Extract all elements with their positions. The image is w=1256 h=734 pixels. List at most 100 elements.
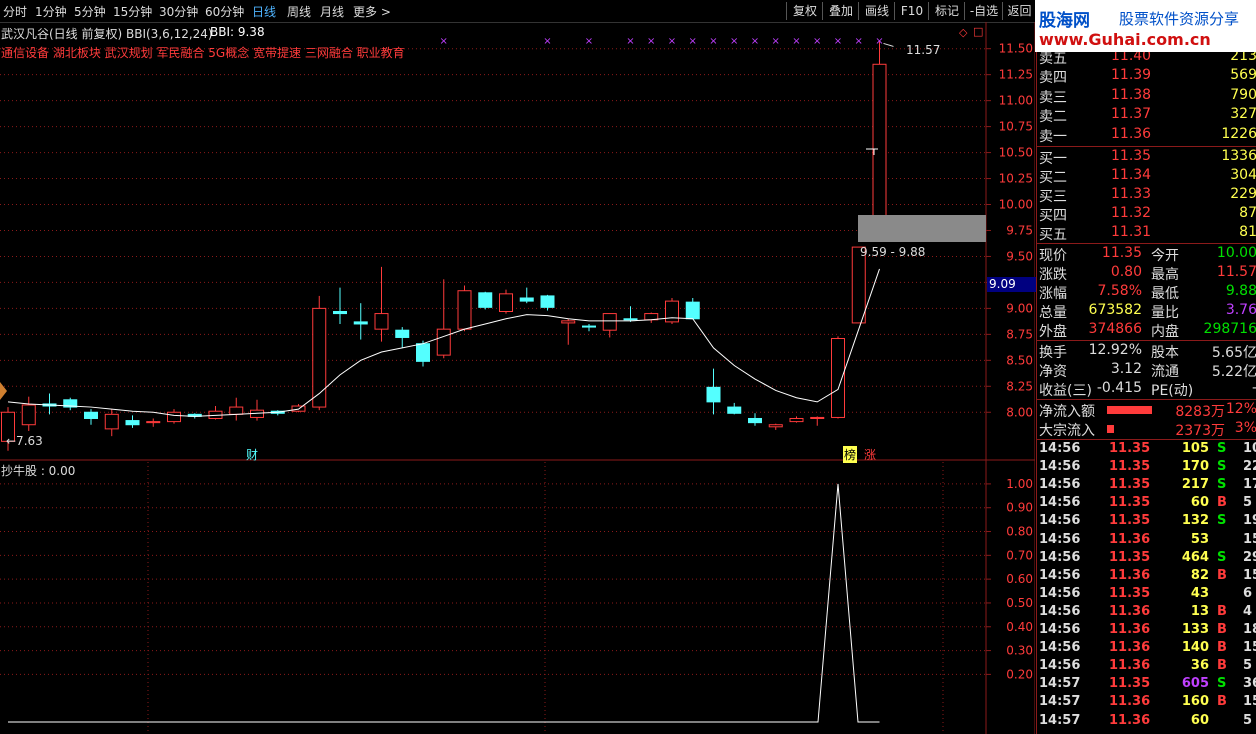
- tick-time: 14:56: [1039, 477, 1081, 493]
- flow-percent: 12%: [1225, 401, 1256, 417]
- panel-separator: [1037, 243, 1256, 244]
- bid-label: 买三: [1039, 189, 1067, 205]
- chart-svg[interactable]: 11.50 11.25 11.00 10.75 10.50 10.25 10.00 9.75 9…: [0, 22, 1035, 734]
- tick-time: 14:56: [1039, 567, 1081, 583]
- bid-row[interactable]: 买二 11.34 304: [1037, 167, 1256, 186]
- back-button[interactable]: 返回: [1002, 2, 1036, 20]
- signal-marker: ×: [875, 36, 883, 47]
- price-axis-label: 11.25: [999, 68, 1033, 82]
- high-arrow: [883, 42, 894, 47]
- mark-button[interactable]: 标记: [928, 2, 965, 20]
- candle-body-down: [125, 420, 140, 426]
- tick-row: 14:56 11.35 43 6: [1037, 586, 1256, 604]
- stat-value: 374866: [1088, 321, 1142, 337]
- tick-row: 14:56 11.35 464 S 29: [1037, 550, 1256, 568]
- period-tab-daily[interactable]: 日线: [252, 3, 276, 20]
- bid-row[interactable]: 买三 11.33 229: [1037, 186, 1256, 205]
- f10-button[interactable]: F10: [894, 2, 929, 20]
- ask-row[interactable]: 卖一 11.36 1226: [1037, 126, 1256, 145]
- ask-row[interactable]: 卖二 11.37 327: [1037, 106, 1256, 125]
- overlay-button[interactable]: 叠加: [822, 2, 859, 20]
- candle-body-up: [21, 404, 36, 426]
- ask-label: 卖三: [1039, 89, 1067, 106]
- indicator-axis-label: 0.80: [1006, 525, 1033, 539]
- period-tab-60min[interactable]: 60分钟: [205, 3, 244, 20]
- indicator-axis-label: 0.70: [1006, 548, 1033, 562]
- bid-row[interactable]: 买五 11.31 81: [1037, 224, 1256, 243]
- ask-label: 卖四: [1039, 70, 1067, 87]
- period-tab-15min[interactable]: 15分钟: [113, 3, 152, 20]
- panel-separator: [1037, 399, 1256, 400]
- bid-label: 买四: [1039, 208, 1067, 224]
- period-tab-monthly[interactable]: 月线: [320, 3, 344, 20]
- bid-label: 买五: [1039, 227, 1067, 243]
- period-tab-5min[interactable]: 5分钟: [74, 3, 106, 20]
- range-label: 9.59 - 9.88: [860, 245, 926, 259]
- cursor-price-tag: 9.09: [987, 277, 1036, 292]
- stat-label: 今开: [1151, 248, 1179, 264]
- bid-row[interactable]: 买一 11.35 1336: [1037, 148, 1256, 167]
- flow-label: 大宗流入: [1039, 423, 1095, 439]
- settings-diamond-icon[interactable]: ◇: [959, 26, 967, 39]
- dragon-tiger-marker[interactable]: 榜: [843, 446, 858, 463]
- ask-volume: 569: [1230, 67, 1256, 84]
- tick-price: 11.35: [1109, 676, 1151, 692]
- period-more-button[interactable]: 更多 >: [353, 3, 391, 20]
- draw-line-button[interactable]: 画线: [858, 2, 895, 20]
- candle-body-down: [748, 417, 762, 424]
- tick-time: 14:57: [1039, 676, 1081, 692]
- indicator-axis-label: 0.20: [1006, 667, 1033, 681]
- ask-row[interactable]: 卖四 11.39 569: [1037, 67, 1256, 86]
- concept-tags[interactable]: 通信设备 湖北板块 武汉规划 军民融合 5G概念 宽带提速 三网融合 职业教育: [1, 44, 405, 61]
- period-tab-30min[interactable]: 30分钟: [159, 3, 198, 20]
- kline-chart-area[interactable]: 11.50 11.25 11.00 10.75 10.50 10.25 10.00 9.75 9…: [0, 22, 1036, 734]
- period-tab-fenshi[interactable]: 分时: [3, 3, 27, 20]
- tick-time: 14:56: [1039, 513, 1081, 529]
- stat-value: 3.76: [1225, 302, 1256, 318]
- tick-price: 11.35: [1109, 513, 1151, 529]
- tick-price: 11.36: [1109, 640, 1151, 656]
- tick-volume: 53: [1190, 531, 1209, 547]
- tick-row: 14:56 11.35 170 S 22: [1037, 459, 1256, 477]
- stat-label: 最低: [1151, 286, 1179, 302]
- candle-body-up: [831, 338, 845, 418]
- close-square-icon[interactable]: □: [973, 25, 983, 38]
- bid-price: 11.32: [1111, 205, 1152, 221]
- price-axis-label: 9.00: [1006, 301, 1033, 315]
- signal-marker: ×: [709, 36, 717, 47]
- ask-row[interactable]: 卖五 11.40 213: [1037, 52, 1256, 67]
- signal-marker: ×: [689, 36, 697, 47]
- remove-watchlist-button[interactable]: -自选: [964, 2, 1003, 20]
- bid-row[interactable]: 买四 11.32 87: [1037, 205, 1256, 224]
- bid-price: 11.35: [1111, 148, 1152, 164]
- stat-label: 量比: [1151, 305, 1179, 321]
- bid-price: 11.34: [1111, 167, 1152, 183]
- period-tab-weekly[interactable]: 周线: [287, 3, 311, 20]
- fuquan-button[interactable]: 复权: [786, 2, 823, 20]
- candle-body-up: [436, 328, 451, 356]
- bid-label: 买二: [1039, 170, 1067, 186]
- fund-value: 3.12: [1110, 361, 1142, 377]
- panel-separator: [1037, 146, 1256, 147]
- signal-marker: ×: [834, 36, 842, 47]
- high-price-label: 11.57: [906, 43, 941, 57]
- candle-body-up: [499, 293, 513, 312]
- flow-amount: 2373万: [1175, 423, 1225, 439]
- logo-name: 股海网: [1039, 11, 1090, 31]
- tick-time: 14:56: [1039, 603, 1081, 619]
- signal-marker: ×: [792, 36, 800, 47]
- stat-value: 7.58%: [1097, 283, 1142, 299]
- tick-row: 14:57 11.36 60 5: [1037, 713, 1256, 731]
- chart-title: 武汉凡谷(日线 前复权) BBI(3,6,12,24): [1, 27, 213, 41]
- bid-volume: 304: [1230, 167, 1256, 183]
- tick-row: 14:56 11.36 36 B 5: [1037, 658, 1256, 676]
- period-tab-1min[interactable]: 1分钟: [35, 3, 67, 20]
- ask-row[interactable]: 卖三 11.38 790: [1037, 87, 1256, 106]
- bid-volume: 1336: [1221, 148, 1256, 164]
- ask-volume: 790: [1230, 86, 1256, 103]
- candle-body-up: [457, 290, 472, 330]
- finance-event-marker[interactable]: 财: [246, 446, 258, 463]
- tick-volume: 13: [1190, 603, 1209, 619]
- tick-count: 15: [1243, 531, 1256, 547]
- limit-up-marker[interactable]: 涨: [864, 446, 876, 463]
